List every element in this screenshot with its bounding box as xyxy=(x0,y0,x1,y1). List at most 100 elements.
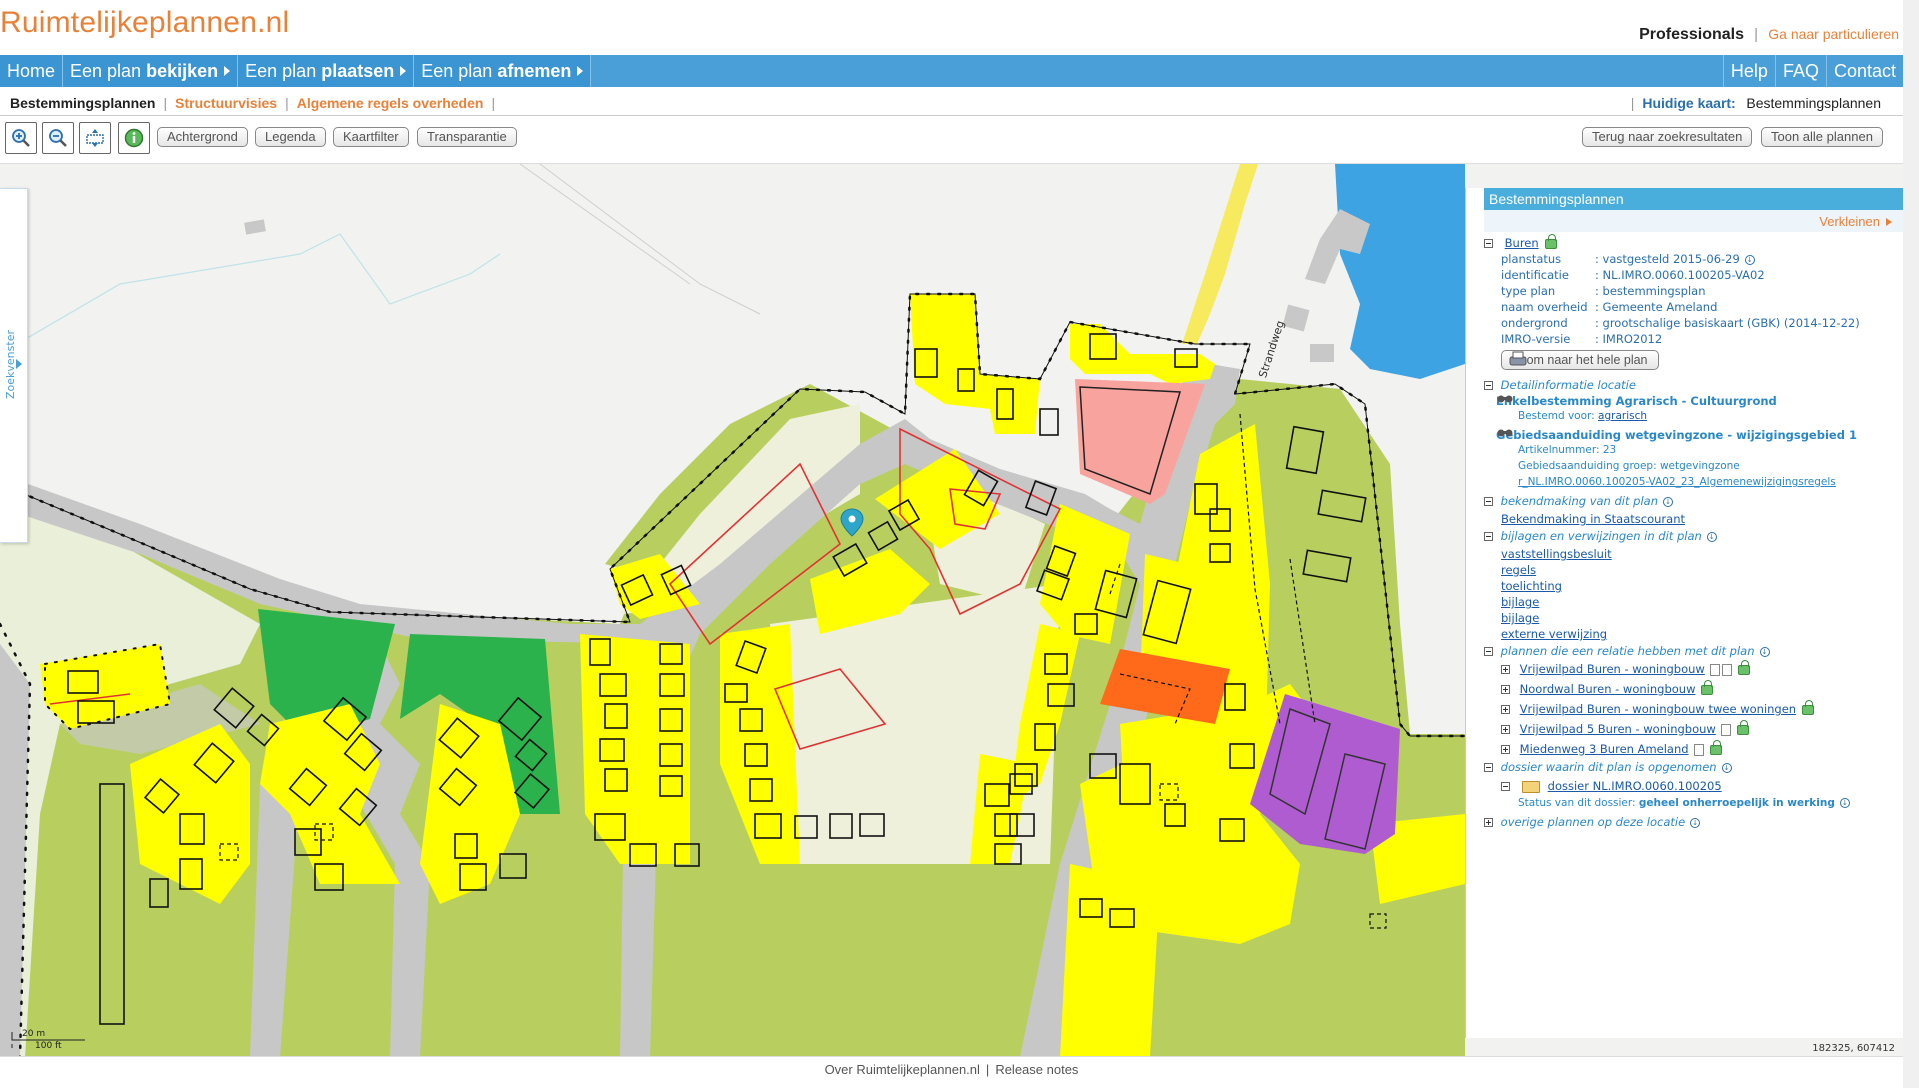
info-icon[interactable]: ↓ xyxy=(1839,798,1850,808)
map-toolbar: Achtergrond Legenda Kaartfilter Transpar… xyxy=(0,120,1903,160)
relatie-item: Noordwal Buren - woningbouw xyxy=(1501,679,1714,696)
zoekvenster-tab[interactable]: Zoekvenster xyxy=(0,188,28,543)
info-icon[interactable]: ↓ xyxy=(1744,254,1755,265)
terug-zoekresultaten-button[interactable]: Terug naar zoekresultaten xyxy=(1582,127,1753,147)
info-icon[interactable]: ↓ xyxy=(1721,762,1732,773)
expand-icon[interactable] xyxy=(1501,665,1510,674)
field-value: : IMRO2012 xyxy=(1595,332,1663,346)
full-extent-button[interactable] xyxy=(79,122,111,154)
nav-help[interactable]: Help xyxy=(1722,55,1775,87)
arrow-right-icon xyxy=(400,66,407,76)
relatie-link[interactable]: Miedenweg 3 Buren Ameland xyxy=(1520,742,1689,756)
scale-ft: 100 ft xyxy=(35,1041,62,1051)
document-icon[interactable] xyxy=(1709,663,1720,676)
vertical-scrollbar[interactable] xyxy=(1903,0,1919,1088)
sub-nav: Bestemmingsplannen | Structuurvisies | Algem… xyxy=(0,92,1903,116)
map-line xyxy=(0,233,501,355)
main-nav-items: Home Een plan bekijken Een plan plaatsen… xyxy=(0,55,592,87)
regels-link[interactable]: r_NL.IMRO.0060.100205-VA02_23_Algemenewi… xyxy=(1518,476,1836,488)
bekendmaking-section: bekendmaking van dit plan ↓ xyxy=(1484,494,1673,508)
legenda-button[interactable]: Legenda xyxy=(255,127,326,147)
dossier-link[interactable]: dossier NL.IMRO.0060.100205 xyxy=(1548,779,1722,793)
tab-algemene-regels[interactable]: Algemene regels overheden xyxy=(297,95,484,111)
document-icon[interactable] xyxy=(1693,743,1704,756)
bijlage-link[interactable]: toelichting xyxy=(1501,579,1562,593)
main-nav: Home Een plan bekijken Een plan plaatsen… xyxy=(0,55,1903,87)
achtergrond-button[interactable]: Achtergrond xyxy=(157,127,248,147)
expand-icon[interactable] xyxy=(1501,725,1510,734)
relatie-link[interactable]: Vrijewilpad Buren - woningbouw twee woni… xyxy=(1520,702,1796,716)
kaartfilter-button[interactable]: Kaartfilter xyxy=(333,127,409,147)
binoculars-icon[interactable] xyxy=(1496,428,1514,438)
nav-plan-plaatsen[interactable]: Een plan plaatsen xyxy=(238,55,415,87)
document-icon[interactable] xyxy=(1721,663,1732,676)
expand-icon[interactable] xyxy=(1501,705,1510,714)
tab-structuurvisies[interactable]: Structuurvisies xyxy=(175,95,277,111)
plan-name-link[interactable]: Buren xyxy=(1505,236,1539,250)
bekendmaking-link[interactable]: Bekendmaking in Staatscourant xyxy=(1501,512,1685,526)
bekendmaking-title: bekendmaking van dit plan xyxy=(1500,494,1658,508)
info-icon[interactable]: ↓ xyxy=(1690,817,1701,828)
collapse-icon[interactable] xyxy=(1484,497,1493,506)
info-icon[interactable]: ↓ xyxy=(1706,531,1717,542)
water-area xyxy=(1335,164,1465,379)
collapse-icon[interactable] xyxy=(1484,532,1493,541)
street-label: Strandweg xyxy=(1256,319,1287,379)
expand-icon[interactable] xyxy=(1484,818,1493,827)
relatie-item: Vrijewilpad Buren - woningbouw xyxy=(1501,659,1750,676)
expand-icon[interactable] xyxy=(1501,685,1510,694)
nav-bekijken-pre: Een plan xyxy=(70,61,142,81)
bestemd-voor-row: Bestemd voor: agrarisch xyxy=(1518,410,1647,422)
binoculars-icon[interactable] xyxy=(1496,394,1514,404)
building-gray xyxy=(244,219,266,235)
bijlage-link[interactable]: regels xyxy=(1501,563,1536,577)
field-value: : NL.IMRO.0060.100205-VA02 xyxy=(1595,268,1765,282)
dossier-section: dossier waarin dit plan is opgenomen ↓ xyxy=(1484,760,1732,774)
collapse-icon[interactable] xyxy=(1484,381,1493,390)
relatie-link[interactable]: Noordwal Buren - woningbouw xyxy=(1520,682,1696,696)
collapse-icon[interactable] xyxy=(1484,647,1493,656)
info-icon[interactable]: ↓ xyxy=(1663,496,1673,507)
collapse-icon[interactable] xyxy=(1484,763,1493,772)
relatie-link[interactable]: Vrijewilpad 5 Buren - woningbouw xyxy=(1520,722,1716,736)
map-canvas[interactable]: 20 m 100 ft Strandweg Zoekvenster Bestem… xyxy=(0,163,1903,1056)
over-link[interactable]: Over Ruimtelijkeplannen.nl xyxy=(825,1062,980,1077)
nav-faq[interactable]: FAQ xyxy=(1774,55,1826,87)
bestemd-voor-link[interactable]: agrarisch xyxy=(1598,410,1647,422)
bijlage-link[interactable]: externe verwijzing xyxy=(1501,627,1607,641)
info-button[interactable] xyxy=(118,122,150,154)
building-gray xyxy=(1310,344,1334,362)
expand-icon[interactable] xyxy=(1501,745,1510,754)
verkleinen-link[interactable]: Verkleinen xyxy=(1819,214,1892,229)
site-logo[interactable]: Ruimtelijkeplannen.nl xyxy=(0,6,289,40)
relatie-item: Miedenweg 3 Buren Ameland xyxy=(1501,739,1722,756)
nav-contact[interactable]: Contact xyxy=(1825,55,1903,87)
nav-plan-afnemen[interactable]: Een plan afnemen xyxy=(414,55,592,87)
detail-section: Detailinformatie locatie xyxy=(1484,378,1636,392)
relatie-link[interactable]: Vrijewilpad Buren - woningbouw xyxy=(1520,662,1705,676)
transparantie-button[interactable]: Transparantie xyxy=(417,127,517,147)
info-icon[interactable]: ↓ xyxy=(1759,646,1770,657)
bijlage-link[interactable]: vaststellingsbesluit xyxy=(1501,547,1612,561)
collapse-icon[interactable] xyxy=(1484,239,1493,248)
footer-separator: | xyxy=(985,1062,990,1077)
zoom-in-button[interactable] xyxy=(5,122,37,154)
map-coordinates: 182325, 607412 xyxy=(1812,1043,1895,1054)
nav-home[interactable]: Home xyxy=(0,55,64,87)
document-icon[interactable] xyxy=(1720,723,1731,736)
collapse-icon[interactable] xyxy=(1501,782,1510,791)
nav-bekijken-bold: bekijken xyxy=(146,61,219,81)
release-notes-link[interactable]: Release notes xyxy=(995,1062,1078,1077)
bijlage-link[interactable]: bijlage xyxy=(1501,611,1539,625)
print-icon[interactable] xyxy=(1507,350,1529,368)
tab-bestemmingsplannen[interactable]: Bestemmingsplannen xyxy=(10,95,155,111)
field-label: identificatie xyxy=(1501,268,1569,282)
toon-alle-plannen-button[interactable]: Toon alle plannen xyxy=(1761,127,1883,147)
zoom-out-button[interactable] xyxy=(42,122,74,154)
nav-plan-bekijken[interactable]: Een plan bekijken xyxy=(63,55,239,87)
app-root: Ruimtelijkeplannen.nl Professionals | Ga… xyxy=(0,0,1919,1088)
bijlage-link[interactable]: bijlage xyxy=(1501,595,1539,609)
relatie-section: plannen die een relatie hebben met dit p… xyxy=(1484,644,1770,658)
overige-section: overige plannen op deze locatie ↓ xyxy=(1484,815,1701,829)
particulieren-link[interactable]: Ga naar particulieren xyxy=(1768,26,1899,42)
